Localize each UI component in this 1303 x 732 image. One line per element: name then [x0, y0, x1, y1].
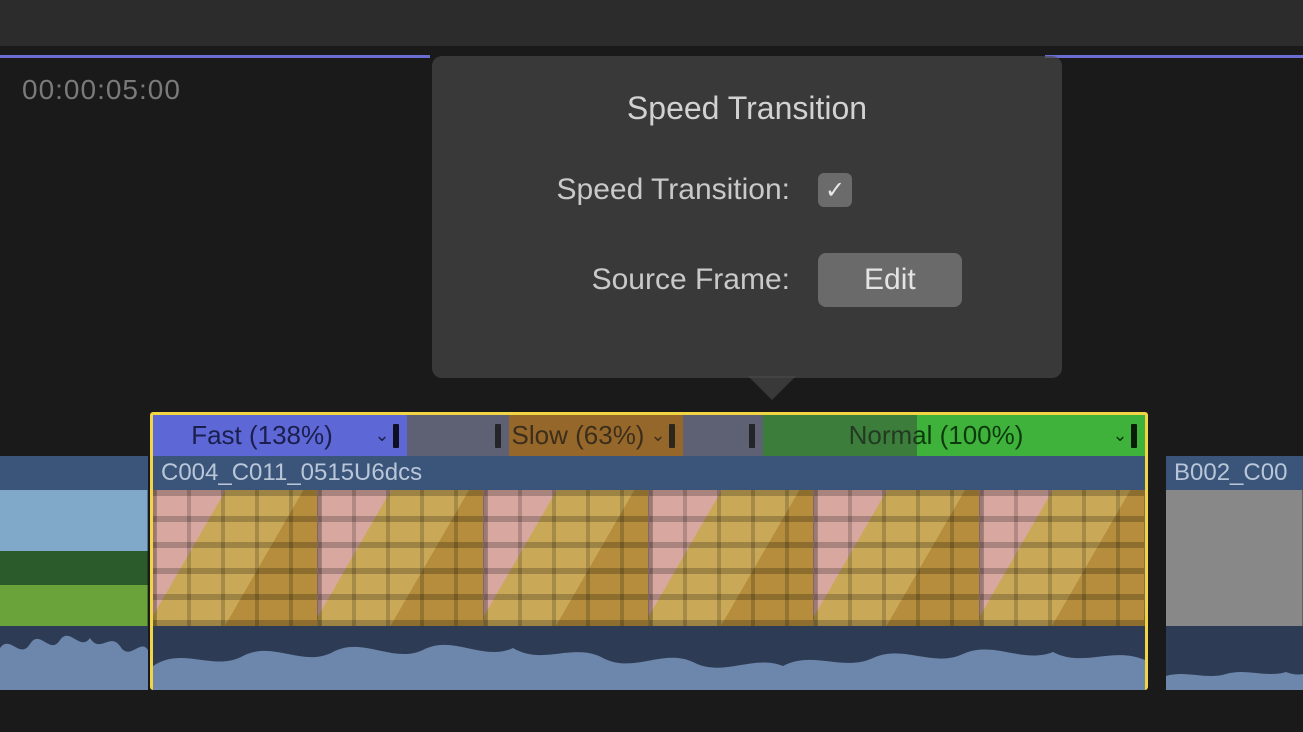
audio-waveform[interactable]	[153, 626, 1145, 690]
retime-handle[interactable]	[669, 424, 675, 448]
ruler-timecode: 00:00:05:00	[22, 74, 181, 106]
check-icon: ✓	[825, 176, 845, 205]
clip-next[interactable]: B002_C00	[1166, 412, 1303, 690]
clip-label: B002_C00	[1166, 456, 1303, 490]
source-frame-edit-button[interactable]: Edit	[818, 253, 962, 307]
thumbnail	[649, 490, 814, 626]
retime-segment-fast[interactable]: Fast (138%)⌄	[153, 415, 407, 456]
waveform-icon	[1166, 626, 1303, 690]
waveform-icon	[0, 626, 148, 690]
audio-waveform[interactable]	[0, 626, 148, 690]
retime-handle[interactable]	[749, 424, 755, 448]
speed-transition-label: Speed Transition:	[476, 173, 818, 207]
thumbnail	[484, 490, 649, 626]
speed-transition-popover: Speed Transition Speed Transition: ✓ Sou…	[432, 56, 1062, 378]
retime-segment-label: Normal (100%)	[763, 420, 1109, 451]
retime-handle[interactable]	[495, 424, 501, 448]
thumbnail	[1166, 490, 1303, 626]
thumbnail	[153, 490, 318, 626]
speed-transition-checkbox[interactable]: ✓	[818, 173, 852, 207]
retime-segment-trans[interactable]	[407, 415, 509, 456]
popover-title: Speed Transition	[432, 56, 1062, 127]
retime-handle[interactable]	[393, 424, 399, 448]
clip-thumbnails	[0, 490, 148, 626]
chevron-down-icon[interactable]: ⌄	[1109, 425, 1131, 446]
audio-waveform[interactable]	[1166, 626, 1303, 690]
retime-handle[interactable]	[1131, 424, 1137, 448]
clip-previous[interactable]	[0, 412, 148, 690]
popover-dim-overlay	[407, 415, 509, 456]
clip-thumbnails	[153, 490, 1145, 626]
retime-segment-slow[interactable]: Slow (63%)⌄	[509, 415, 683, 456]
popover-arrow-icon	[748, 376, 796, 400]
clip-selected[interactable]: Fast (138%)⌄Slow (63%)⌄Normal (100%)⌄ C0…	[150, 412, 1148, 690]
app-toolbar	[0, 0, 1303, 46]
retime-segment-label: Fast (138%)	[153, 420, 371, 451]
thumbnail	[0, 490, 148, 626]
waveform-icon	[153, 626, 1145, 690]
retime-segment-normal[interactable]: Normal (100%)⌄	[763, 415, 1145, 456]
thumbnail	[980, 490, 1145, 626]
chevron-down-icon[interactable]: ⌄	[647, 425, 669, 446]
thumbnail	[318, 490, 483, 626]
timeline[interactable]: Fast (138%)⌄Slow (63%)⌄Normal (100%)⌄ C0…	[0, 412, 1303, 690]
chevron-down-icon[interactable]: ⌄	[371, 425, 393, 446]
source-frame-label: Source Frame:	[476, 263, 818, 297]
clip-thumbnails	[1166, 490, 1303, 626]
thumbnail	[814, 490, 979, 626]
clip-label: C004_C011_0515U6dcs	[153, 456, 1145, 490]
retime-bar[interactable]: Fast (138%)⌄Slow (63%)⌄Normal (100%)⌄	[153, 415, 1145, 456]
retime-segment-label: Slow (63%)	[509, 420, 647, 451]
retime-segment-trans[interactable]	[683, 415, 763, 456]
clip-label	[0, 456, 148, 490]
